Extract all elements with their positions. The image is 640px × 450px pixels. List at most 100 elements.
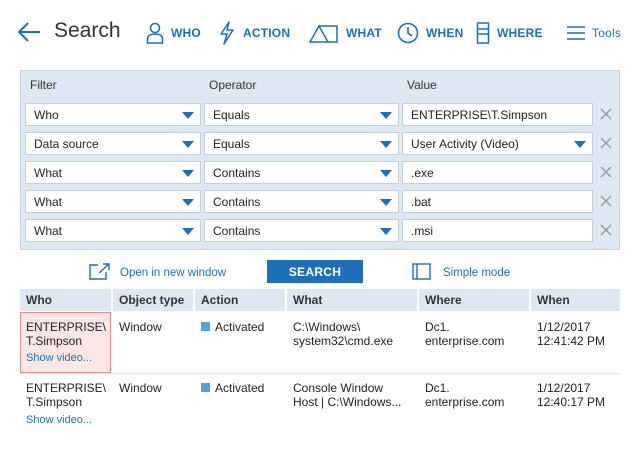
chevron-down-icon [574, 141, 586, 148]
simple-mode-icon [412, 263, 431, 283]
nav-action-label: ACTION [243, 26, 291, 40]
where-cell: Dc1. enterprise.com [425, 381, 504, 409]
operator-select[interactable]: Contains [204, 219, 399, 242]
search-button[interactable]: SEARCH [267, 260, 363, 283]
person-icon [146, 22, 164, 44]
clock-icon [397, 22, 419, 44]
where-cell: Dc1. enterprise.com [425, 320, 504, 348]
operator-select-value: Contains [213, 165, 261, 180]
filter-select[interactable]: Data source [25, 132, 201, 155]
nav-what[interactable]: WHAT [309, 20, 382, 46]
who-domain: ENTERPRISE\ [26, 320, 107, 334]
column-header-filter: Filter [30, 78, 57, 92]
who-user: T.Simpson [26, 395, 83, 409]
column-header-where[interactable]: Where [419, 289, 529, 311]
action-cell: Activated [201, 320, 264, 334]
shapes-icon [309, 23, 339, 43]
column-header-action[interactable]: Action [195, 289, 285, 311]
value-field[interactable]: .bat [402, 190, 593, 213]
open-new-window-link[interactable]: Open in new window [89, 263, 226, 283]
operator-select[interactable]: Equals [204, 132, 399, 155]
column-header-object-type[interactable]: Object type [113, 289, 193, 311]
operator-select[interactable]: Contains [204, 190, 399, 213]
lightning-icon [218, 21, 236, 45]
filter-select[interactable]: Who [25, 103, 201, 126]
nav-where[interactable]: WHERE [476, 20, 543, 46]
nav-who-label: WHO [171, 26, 201, 40]
column-header-operator: Operator [209, 78, 257, 92]
value-select[interactable]: User Activity (Video) [402, 132, 593, 155]
what-line: Host | C:\Windows... [293, 395, 402, 409]
who-cell: ENTERPRISE\ T.Simpson [26, 320, 106, 348]
back-arrow-icon[interactable] [16, 20, 42, 44]
action-label: Activated [215, 381, 265, 395]
chevron-down-icon [182, 112, 194, 119]
open-new-window-label: Open in new window [120, 267, 227, 279]
when-time: 12:41:42 PM [537, 334, 606, 348]
value-field[interactable]: ENTERPRISE\T.Simpson [402, 103, 593, 126]
value-field-text: ENTERPRISE\T.Simpson [411, 107, 548, 122]
action-cell: Activated [201, 381, 264, 395]
what-cell: Console Window Host | C:\Windows... [293, 381, 401, 409]
what-cell: C:\Windows\ system32\cmd.exe [293, 320, 393, 348]
when-date: 1/12/2017 [537, 320, 591, 334]
where-line: enterprise.com [425, 334, 505, 348]
chevron-down-icon [182, 141, 194, 148]
column-header-who[interactable]: Who [20, 289, 111, 311]
operator-select[interactable]: Equals [204, 103, 399, 126]
value-select-value: User Activity (Video) [411, 136, 519, 151]
filter-select[interactable]: What [25, 219, 201, 242]
remove-filter-icon[interactable] [599, 194, 615, 210]
remove-filter-icon[interactable] [599, 223, 615, 239]
value-field[interactable]: .msi [402, 219, 593, 242]
simple-mode-link[interactable]: Simple mode [412, 263, 510, 283]
operator-select[interactable]: Contains [204, 161, 399, 184]
operator-select-value: Equals [213, 136, 250, 151]
column-header-when[interactable]: When [531, 289, 620, 311]
nav-who[interactable]: WHO [146, 20, 201, 46]
nav-when-label: WHEN [426, 26, 464, 40]
simple-mode-label: Simple mode [443, 267, 511, 279]
server-icon [476, 22, 490, 44]
filter-select-value: Who [34, 107, 59, 122]
filter-select[interactable]: What [25, 190, 201, 213]
row-divider [20, 373, 620, 374]
nav-when[interactable]: WHEN [397, 20, 463, 46]
value-field-text: .exe [411, 165, 434, 180]
chevron-down-icon [380, 228, 392, 235]
chevron-down-icon [182, 228, 194, 235]
operator-select-value: Equals [213, 107, 250, 122]
page-title: Search [54, 19, 121, 42]
operator-select-value: Contains [213, 223, 261, 238]
filter-panel: Filter Operator Value Who Equals ENTERPR… [20, 70, 620, 250]
chevron-down-icon [380, 112, 392, 119]
hamburger-menu-icon [567, 25, 585, 41]
when-cell: 1/12/2017 12:40:17 PM [537, 381, 605, 409]
chevron-down-icon [380, 141, 392, 148]
who-user: T.Simpson [26, 334, 83, 348]
when-cell: 1/12/2017 12:41:42 PM [537, 320, 605, 348]
who-domain: ENTERPRISE\ [26, 381, 107, 395]
chevron-down-icon [380, 170, 392, 177]
operator-select-value: Contains [213, 194, 261, 209]
filter-select-value: What [34, 223, 63, 238]
action-marker [201, 383, 210, 392]
remove-filter-icon[interactable] [599, 107, 615, 123]
when-time: 12:40:17 PM [537, 395, 606, 409]
column-header-what[interactable]: What [287, 289, 417, 311]
show-video-link[interactable]: Show video... [26, 352, 92, 364]
tools-menu[interactable]: Tools [567, 20, 621, 46]
chevron-down-icon [182, 170, 194, 177]
remove-filter-icon[interactable] [599, 136, 615, 152]
who-cell: ENTERPRISE\ T.Simpson [26, 381, 106, 409]
action-label: Activated [215, 320, 265, 334]
value-field-text: .msi [411, 223, 433, 238]
nav-action[interactable]: ACTION [218, 20, 290, 46]
remove-filter-icon[interactable] [599, 165, 615, 181]
show-video-link[interactable]: Show video... [26, 414, 92, 426]
where-line: Dc1. [425, 320, 450, 334]
value-field[interactable]: .exe [402, 161, 593, 184]
where-line: enterprise.com [425, 395, 505, 409]
chevron-down-icon [182, 199, 194, 206]
filter-select[interactable]: What [25, 161, 201, 184]
